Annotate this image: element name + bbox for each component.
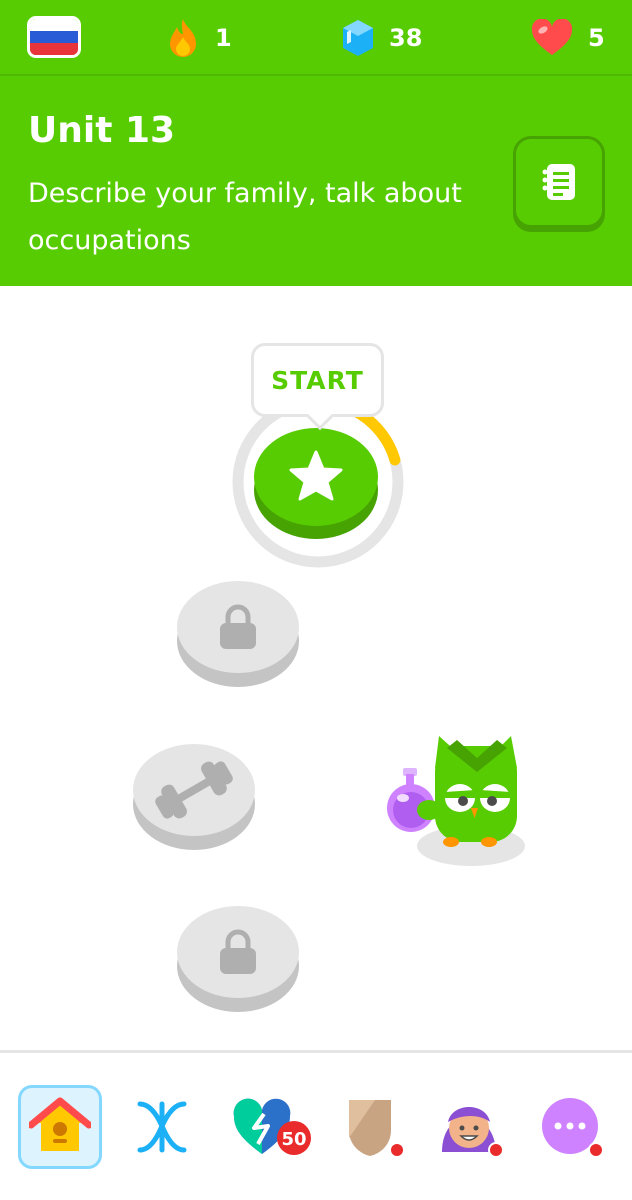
fire-icon [170, 19, 196, 57]
home-icon [29, 1097, 91, 1151]
start-label: START [271, 365, 364, 395]
hearts-counter[interactable]: 5 [530, 0, 605, 76]
more-icon [542, 1098, 604, 1158]
unit-title: Unit 13 [28, 110, 176, 151]
guidebook-icon [542, 164, 575, 200]
locked-lesson-node[interactable] [176, 900, 300, 1014]
locked-lesson-node[interactable] [176, 575, 300, 689]
gem-icon [343, 20, 373, 56]
streak-value: 1 [215, 24, 232, 52]
nav-home[interactable] [18, 1085, 102, 1169]
owl-with-potion-icon [387, 736, 525, 866]
shop-icon [349, 1100, 405, 1158]
nav-leaderboard[interactable]: 50 [228, 1085, 312, 1169]
top-stats-bar: 1 38 5 [0, 0, 632, 76]
practice-lesson-node[interactable] [132, 738, 256, 852]
guidebook-button[interactable] [513, 136, 605, 228]
hearts-value: 5 [588, 24, 605, 52]
gems-counter[interactable]: 38 [341, 0, 422, 76]
start-tooltip[interactable]: START [251, 343, 384, 431]
unit-description: Describe your family, talk about occupat… [28, 178, 462, 256]
nav-letters[interactable] [120, 1085, 204, 1169]
nav-shop[interactable] [328, 1085, 412, 1169]
nav-more[interactable] [530, 1085, 614, 1169]
heart-icon [531, 19, 573, 55]
bottom-nav: 50 [0, 1053, 632, 1200]
profile-icon [442, 1107, 504, 1158]
letters-icon [137, 1101, 187, 1153]
nav-profile[interactable] [430, 1085, 514, 1169]
russian-flag-icon[interactable] [27, 16, 81, 58]
league-badge-count: 50 [281, 1129, 306, 1150]
gems-value: 38 [389, 24, 423, 52]
streak-counter[interactable]: 1 [165, 0, 232, 76]
league-icon: 50 [233, 1098, 311, 1155]
